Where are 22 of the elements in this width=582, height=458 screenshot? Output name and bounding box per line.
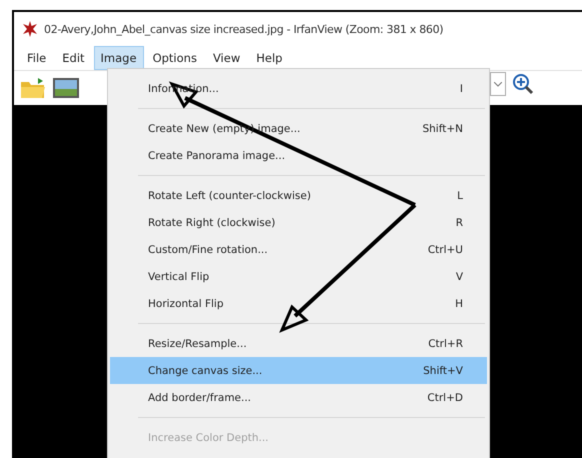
menu-item[interactable]: Vertical Flip V	[110, 263, 487, 290]
menu-item[interactable]: Custom/Fine rotation... Ctrl+U	[110, 236, 487, 263]
caret-icon	[494, 82, 502, 86]
menu-item[interactable]: Edit	[55, 46, 92, 70]
menu-item[interactable]: Options	[146, 46, 204, 70]
menu-item[interactable]: Horizontal Flip H	[110, 290, 487, 317]
menu-item[interactable]: File	[20, 46, 54, 70]
image-icon[interactable]	[52, 77, 80, 99]
folder-icon[interactable]	[20, 77, 46, 99]
menu-item[interactable]: Create Panorama image...	[110, 142, 487, 169]
menu-item[interactable]: Rotate Left (counter-clockwise) L	[110, 182, 487, 209]
menu-item[interactable]: Image	[94, 46, 144, 70]
window-title: 02-Avery,John_Abel_canvas size increased.jpg - IrfanView (Zoom: 381 x 860)	[44, 22, 444, 36]
menu-item[interactable]: View	[206, 46, 248, 70]
app-logo-icon	[22, 21, 38, 37]
menu-item[interactable]: Add border/frame... Ctrl+D	[110, 384, 487, 411]
menu-item[interactable]: Rotate Right (clockwise) R	[110, 209, 487, 236]
menu-item[interactable]: Resize/Resample... Ctrl+R	[110, 330, 487, 357]
dropdown-button[interactable]	[490, 72, 506, 96]
menu-item[interactable]: Change canvas size... Shift+V	[110, 357, 487, 384]
menu-item[interactable]: Help	[249, 46, 290, 70]
zoom-in-icon[interactable]	[512, 73, 534, 95]
